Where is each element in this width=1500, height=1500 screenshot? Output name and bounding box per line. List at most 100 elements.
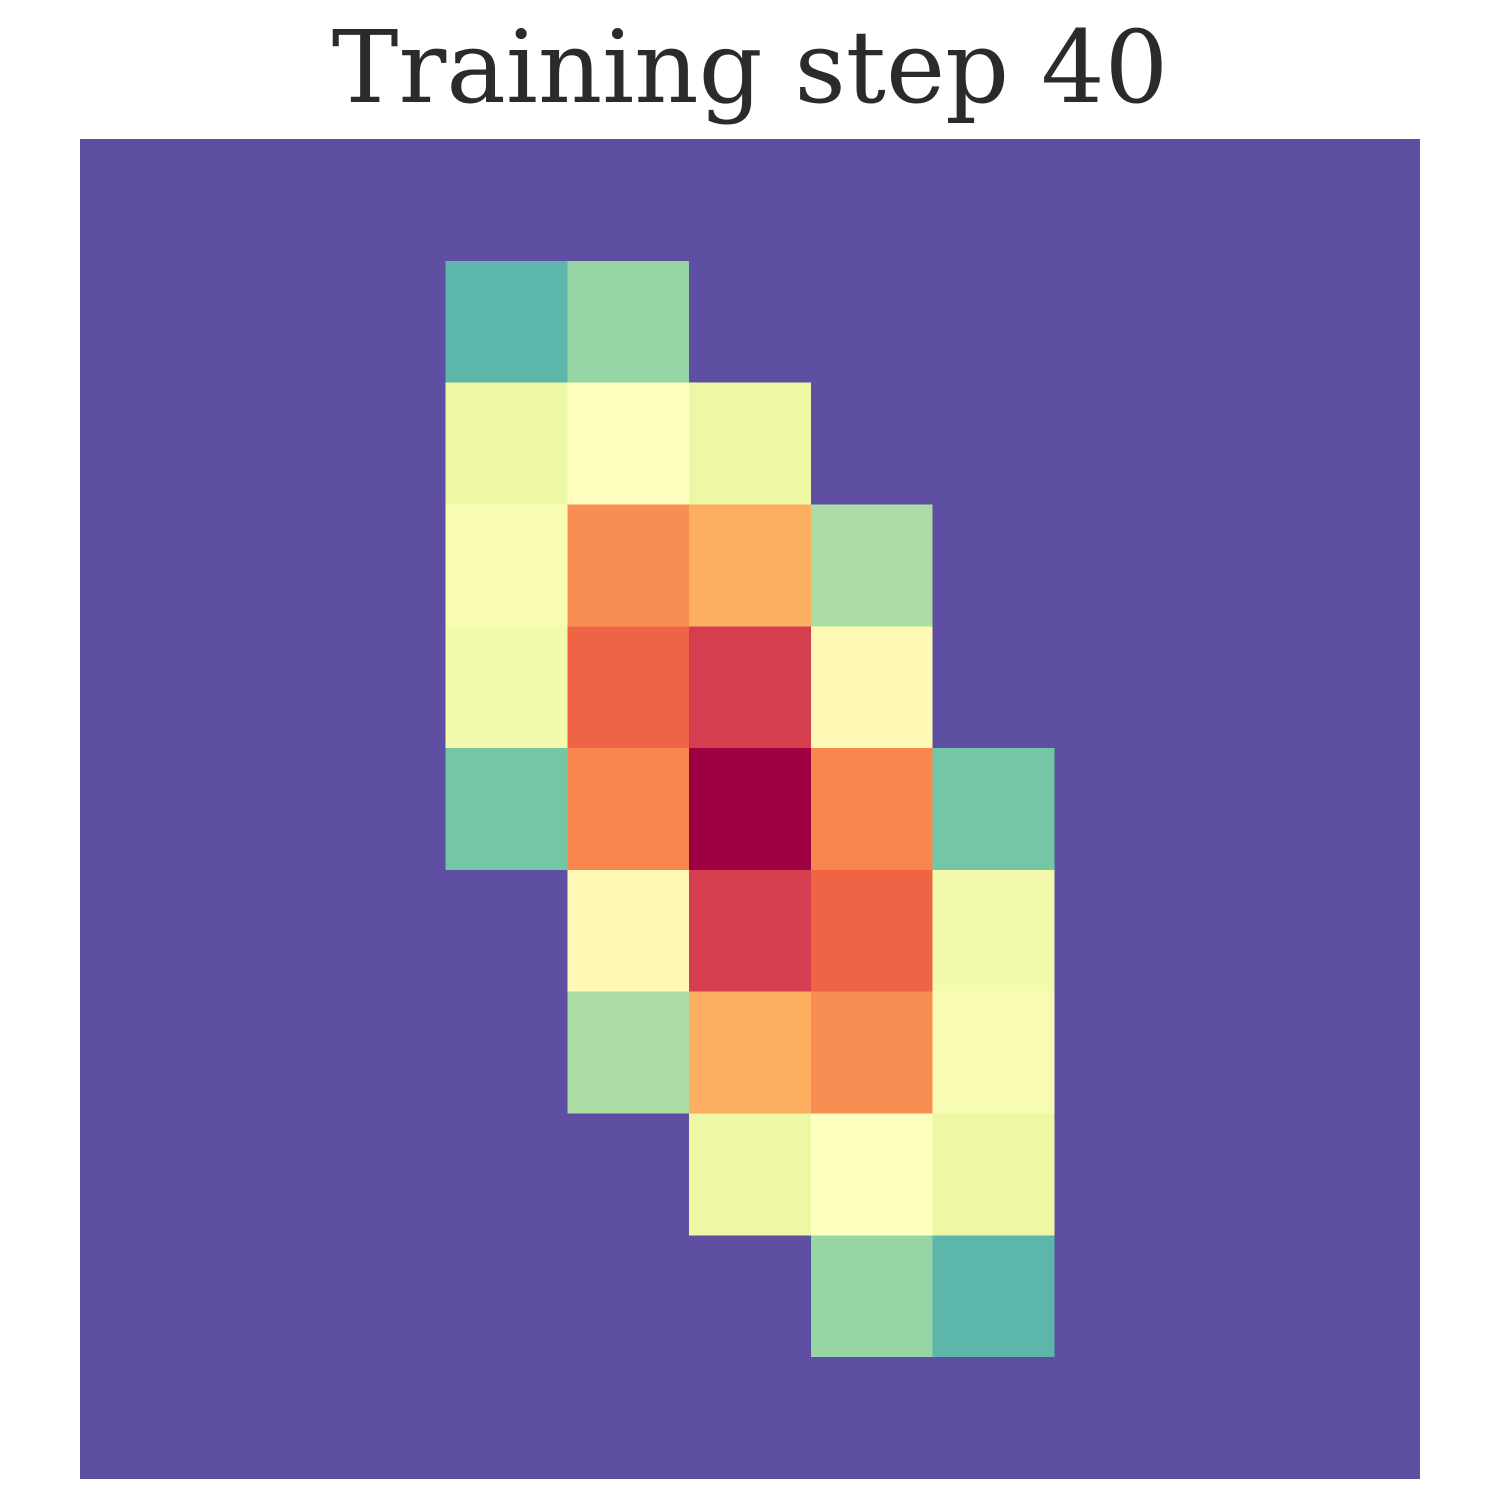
heatmap-cell-r5-c3	[445, 748, 568, 871]
heatmap-cell-r10-c5	[689, 1357, 812, 1479]
heatmap-cell-r5-c10	[1298, 748, 1420, 871]
heatmap-cell-r2-c7	[932, 382, 1056, 506]
heatmap-cell-r8-c1	[201, 1113, 325, 1236]
heatmap-cell-r1-c8	[1054, 260, 1177, 384]
heatmap-cell-r1-c10	[1298, 260, 1420, 384]
heatmap-cell-r4-c3	[445, 626, 568, 749]
heatmap-cell-r2-c10	[1298, 382, 1420, 506]
heatmap-cell-r0-c0	[80, 139, 203, 262]
heatmap-cell-r1-c2	[323, 260, 447, 384]
heatmap-cell-r3-c2	[323, 504, 447, 627]
heatmap-cell-r9-c6	[810, 1235, 934, 1358]
heatmap-cell-r5-c7	[932, 748, 1056, 871]
heatmap-cell-r4-c7	[932, 626, 1056, 749]
heatmap-cell-r4-c2	[323, 626, 447, 749]
heatmap-cell-r4-c9	[1176, 626, 1299, 749]
heatmap-cell-r2-c5	[689, 382, 812, 506]
heatmap-cell-r4-c0	[80, 626, 203, 749]
heatmap-cell-r5-c1	[201, 748, 325, 871]
heatmap-cell-r7-c2	[323, 991, 447, 1115]
heatmap-cell-r7-c6	[810, 991, 934, 1115]
heatmap-cell-r10-c7	[932, 1357, 1056, 1479]
heatmap-cell-r1-c4	[567, 260, 690, 384]
heatmap-cell-r9-c4	[567, 1235, 690, 1358]
heatmap-cell-r4-c8	[1054, 626, 1177, 749]
heatmap-cell-r10-c8	[1054, 1357, 1177, 1479]
heatmap-cell-r3-c3	[445, 504, 568, 627]
heatmap-cell-r0-c4	[567, 139, 690, 262]
heatmap-cell-r3-c5	[689, 504, 812, 627]
heatmap-cell-r9-c8	[1054, 1235, 1177, 1358]
heatmap-cell-r9-c10	[1298, 1235, 1420, 1358]
heatmap-cell-r2-c6	[810, 382, 934, 506]
heatmap-cell-r0-c1	[201, 139, 325, 262]
heatmap-cell-r6-c10	[1298, 869, 1420, 993]
heatmap-cell-r4-c5	[689, 626, 812, 749]
heatmap-cell-r6-c2	[323, 869, 447, 993]
heatmap-cell-r8-c9	[1176, 1113, 1299, 1236]
heatmap-cell-r6-c7	[932, 869, 1056, 993]
chart-title: Training step 40	[331, 9, 1169, 126]
heatmap-cell-r7-c10	[1298, 991, 1420, 1115]
heatmap-cell-r10-c3	[445, 1357, 568, 1479]
heatmap-cell-r5-c6	[810, 748, 934, 871]
heatmap-cell-r10-c9	[1176, 1357, 1299, 1479]
heatmap-cell-r0-c2	[323, 139, 447, 262]
heatmap-cell-r8-c0	[80, 1113, 203, 1236]
heatmap-cell-r1-c9	[1176, 260, 1299, 384]
heatmap-cell-r9-c3	[445, 1235, 568, 1358]
heatmap-cell-r7-c0	[80, 991, 203, 1115]
heatmap-cell-r6-c8	[1054, 869, 1177, 993]
heatmap-cell-r4-c6	[810, 626, 934, 749]
heatmap-cell-r6-c3	[445, 869, 568, 993]
heatmap-cell-r5-c0	[80, 748, 203, 871]
heatmap-cell-r0-c8	[1054, 139, 1177, 262]
heatmap-cell-r8-c3	[445, 1113, 568, 1236]
heatmap-cell-r0-c7	[932, 139, 1056, 262]
heatmap-cell-r10-c1	[201, 1357, 325, 1479]
heatmap-cell-r2-c0	[80, 382, 203, 506]
heatmap-cell-r8-c10	[1298, 1113, 1420, 1236]
heatmap-cell-r3-c1	[201, 504, 325, 627]
heatmap-cell-r3-c10	[1298, 504, 1420, 627]
heatmap-cell-r9-c1	[201, 1235, 325, 1358]
heatmap-cell-r6-c4	[567, 869, 690, 993]
heatmap-cell-r7-c8	[1054, 991, 1177, 1115]
heatmap-cell-r2-c2	[323, 382, 447, 506]
heatmap-cell-r10-c10	[1298, 1357, 1420, 1479]
heatmap-cell-r2-c4	[567, 382, 690, 506]
heatmap-cell-r8-c4	[567, 1113, 690, 1236]
heatmap-cell-r8-c7	[932, 1113, 1056, 1236]
heatmap-cell-r8-c5	[689, 1113, 812, 1236]
heatmap-cell-r8-c6	[810, 1113, 934, 1236]
heatmap-cell-r3-c9	[1176, 504, 1299, 627]
heatmap-cell-r6-c5	[689, 869, 812, 993]
heatmap-cell-r0-c5	[689, 139, 812, 262]
heatmap-cell-r7-c5	[689, 991, 812, 1115]
heatmap-cell-r5-c2	[323, 748, 447, 871]
heatmap-cell-r9-c7	[932, 1235, 1056, 1358]
heatmap-cell-r9-c0	[80, 1235, 203, 1358]
heatmap-cell-r2-c9	[1176, 382, 1299, 506]
heatmap-cell-r8-c2	[323, 1113, 447, 1236]
heatmap-cell-r1-c7	[932, 260, 1056, 384]
heatmap-cell-r5-c4	[567, 748, 690, 871]
heatmap-cell-r10-c4	[567, 1357, 690, 1479]
heatmap-cell-r3-c8	[1054, 504, 1177, 627]
heatmap-cell-r10-c2	[323, 1357, 447, 1479]
heatmap-cell-r2-c8	[1054, 382, 1177, 506]
heatmap	[80, 139, 1420, 1479]
heatmap-cell-r1-c0	[80, 260, 203, 384]
heatmap-cell-r10-c6	[810, 1357, 934, 1479]
heatmap-cell-r4-c4	[567, 626, 690, 749]
heatmap-cell-r5-c5	[689, 748, 812, 871]
heatmap-cell-r3-c0	[80, 504, 203, 627]
heatmap-cell-r8-c8	[1054, 1113, 1177, 1236]
heatmap-cell-r10-c0	[80, 1357, 203, 1479]
heatmap-cell-r6-c6	[810, 869, 934, 993]
heatmap-cell-r5-c8	[1054, 748, 1177, 871]
heatmap-cell-r3-c6	[810, 504, 934, 627]
heatmap-cell-r9-c9	[1176, 1235, 1299, 1358]
heatmap-cell-r7-c9	[1176, 991, 1299, 1115]
heatmap-cell-r5-c9	[1176, 748, 1299, 871]
